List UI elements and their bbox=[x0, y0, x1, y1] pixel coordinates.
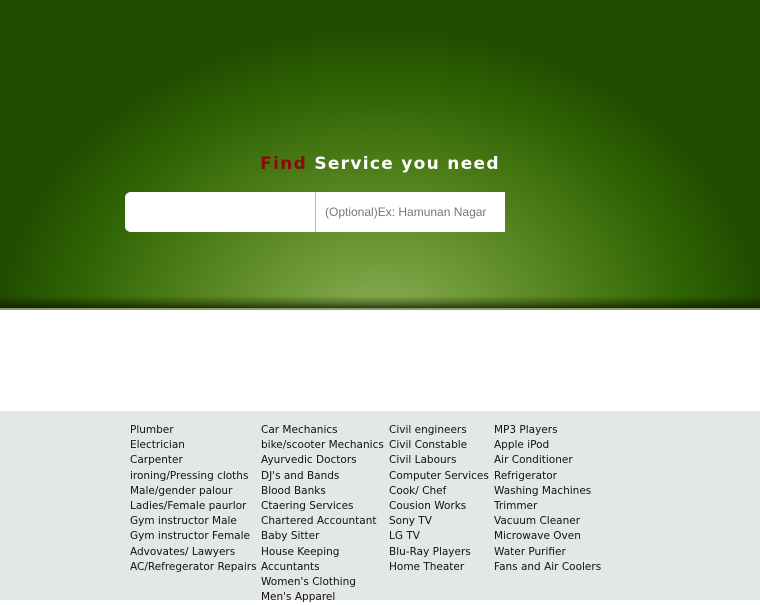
category-link[interactable]: Home Theater bbox=[389, 560, 489, 575]
category-directory: Plumber Electrician Carpenter ironing/Press… bbox=[0, 411, 760, 603]
category-link[interactable]: Microwave Oven bbox=[494, 529, 601, 544]
location-search-input[interactable] bbox=[316, 192, 505, 232]
category-link[interactable]: Civil Labours bbox=[389, 453, 489, 468]
category-link[interactable]: LG TV bbox=[389, 529, 489, 544]
category-link[interactable]: Cousion Works bbox=[389, 499, 489, 514]
category-link[interactable]: Car Mechanics bbox=[261, 423, 384, 438]
category-link[interactable]: Gym instructor Female bbox=[130, 529, 257, 544]
category-link[interactable]: Ayurvedic Doctors bbox=[261, 453, 384, 468]
hero-title-highlight: Find bbox=[260, 154, 308, 174]
category-link[interactable]: MP3 Players bbox=[494, 423, 601, 438]
category-link[interactable]: Accuntants bbox=[261, 560, 384, 575]
category-column-2: Car Mechanics bike/scooter Mechanics Ayurv… bbox=[261, 423, 384, 605]
category-link[interactable]: Civil engineers bbox=[389, 423, 489, 438]
category-link[interactable]: Chartered Accountant bbox=[261, 514, 384, 529]
category-link[interactable]: Men's Apparel bbox=[261, 590, 384, 605]
category-link[interactable]: Blood Banks bbox=[261, 484, 384, 499]
category-column-1: Plumber Electrician Carpenter ironing/Press… bbox=[130, 423, 257, 575]
category-link[interactable]: House Keeping bbox=[261, 545, 384, 560]
category-link[interactable]: Vacuum Cleaner bbox=[494, 514, 601, 529]
category-link[interactable]: Air Conditioner bbox=[494, 453, 601, 468]
category-link[interactable]: Plumber bbox=[130, 423, 257, 438]
category-link[interactable]: Trimmer bbox=[494, 499, 601, 514]
category-link[interactable]: Civil Constable bbox=[389, 438, 489, 453]
category-link[interactable]: Male/gender palour bbox=[130, 484, 257, 499]
category-link[interactable]: Refrigerator bbox=[494, 469, 601, 484]
category-link[interactable]: Ctaering Services bbox=[261, 499, 384, 514]
content-spacer bbox=[0, 310, 760, 411]
category-link[interactable]: Carpenter bbox=[130, 453, 257, 468]
category-link[interactable]: Blu-Ray Players bbox=[389, 545, 489, 560]
category-link[interactable]: Advovates/ Lawyers bbox=[130, 545, 257, 560]
category-column-4: MP3 Players Apple iPod Air Conditioner Refr… bbox=[494, 423, 601, 575]
category-link[interactable]: Fans and Air Coolers bbox=[494, 560, 601, 575]
category-link[interactable]: Gym instructor Male bbox=[130, 514, 257, 529]
category-link[interactable]: Ladies/Female paurlor bbox=[130, 499, 257, 514]
category-link[interactable]: Water Purifier bbox=[494, 545, 601, 560]
search-bar bbox=[125, 192, 505, 232]
hero-title: Find Service you need bbox=[0, 154, 760, 174]
category-link[interactable]: Women's Clothing bbox=[261, 575, 384, 590]
category-link[interactable]: bike/scooter Mechanics bbox=[261, 438, 384, 453]
category-link[interactable]: Washing Machines bbox=[494, 484, 601, 499]
hero-title-rest: Service you need bbox=[314, 154, 500, 174]
category-link[interactable]: Sony TV bbox=[389, 514, 489, 529]
hero-banner: Find Service you need bbox=[0, 0, 760, 310]
category-link[interactable]: Electrician bbox=[130, 438, 257, 453]
category-link[interactable]: Computer Services bbox=[389, 469, 489, 484]
category-column-3: Civil engineers Civil Constable Civil Labo… bbox=[389, 423, 489, 575]
service-search-input[interactable] bbox=[125, 192, 315, 232]
category-link[interactable]: Cook/ Chef bbox=[389, 484, 489, 499]
category-link[interactable]: DJ's and Bands bbox=[261, 469, 384, 484]
category-link[interactable]: Baby Sitter bbox=[261, 529, 384, 544]
category-link[interactable]: AC/Refregerator Repairs bbox=[130, 560, 257, 575]
category-link[interactable]: Apple iPod bbox=[494, 438, 601, 453]
category-link[interactable]: ironing/Pressing cloths bbox=[130, 469, 257, 484]
